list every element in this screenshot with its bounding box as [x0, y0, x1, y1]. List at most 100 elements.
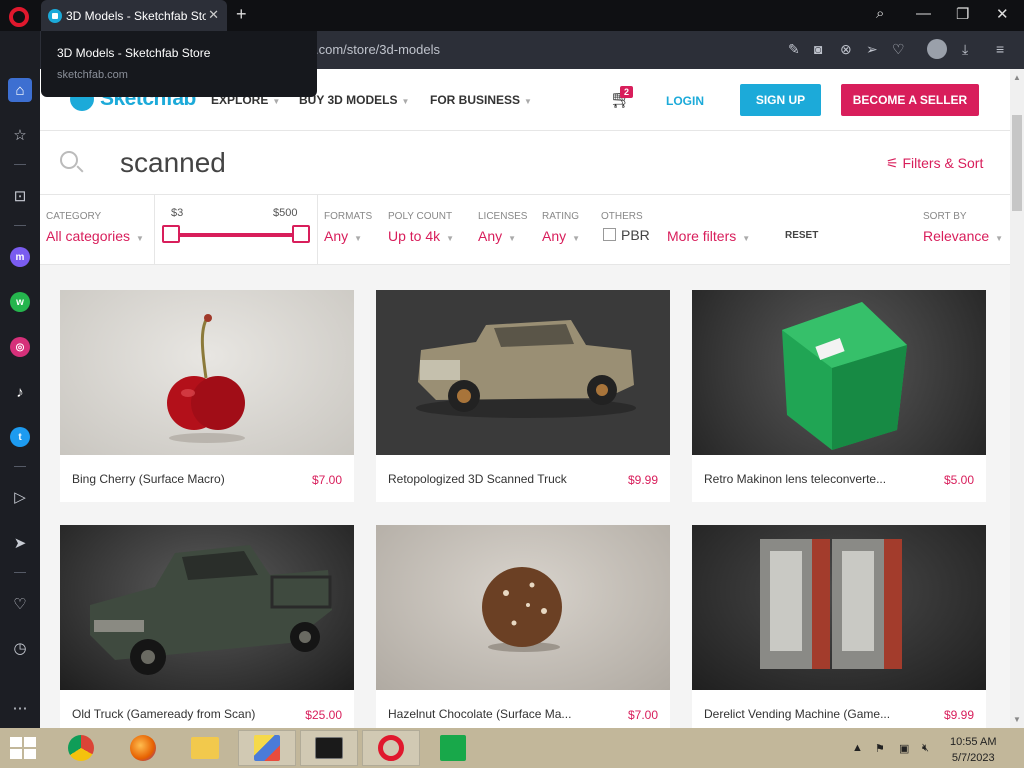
send-icon[interactable]: ➤	[10, 533, 30, 553]
model-thumbnail[interactable]	[60, 525, 354, 690]
profile-icon[interactable]	[927, 39, 947, 59]
whatsapp-icon[interactable]: w	[10, 292, 30, 312]
scrollbar-thumb[interactable]	[1012, 115, 1022, 211]
become-seller-button[interactable]: BECOME A SELLER	[841, 84, 979, 116]
action-center-flag-icon[interactable]: ⚑	[875, 742, 885, 755]
twitter-icon[interactable]: t	[10, 427, 30, 447]
model-card[interactable]: Retopologized 3D Scanned Truck $9.99	[376, 290, 670, 502]
sort-by-select[interactable]: Relevance ▼	[923, 228, 1003, 244]
taskbar-store[interactable]	[424, 730, 482, 766]
close-window-button[interactable]: ✕	[996, 5, 1009, 23]
formats-label: FORMATS	[324, 211, 373, 222]
taskbar-terminal[interactable]	[300, 730, 358, 766]
volume-muted-icon[interactable]: 🔇︎	[922, 742, 929, 755]
taskbar-opera[interactable]	[362, 730, 420, 766]
filter-bar: CATEGORY All categories ▼ $3 $500 FORMATS…	[40, 195, 1010, 265]
windows-logo-icon	[10, 749, 22, 759]
model-thumbnail[interactable]	[60, 290, 354, 455]
page-scrollbar[interactable]: ▲ ▼	[1010, 69, 1024, 728]
tab-search-icon[interactable]: ⌕	[876, 5, 884, 22]
clock-icon[interactable]: ◷	[10, 638, 30, 658]
more-icon[interactable]: ⋯	[10, 698, 30, 718]
instagram-icon[interactable]: ◎	[10, 337, 30, 357]
browser-tab[interactable]: 3D Models - Sketchfab Store ✕	[41, 0, 227, 31]
login-link[interactable]: LOGIN	[666, 94, 704, 108]
minimize-button[interactable]: —	[916, 5, 931, 22]
more-filters-label: More filters	[667, 228, 737, 244]
tiktok-icon[interactable]: ♪	[10, 382, 30, 402]
model-thumbnail[interactable]	[692, 525, 986, 690]
search-input[interactable]: scanned	[120, 147, 226, 179]
heart-icon[interactable]: ♡	[10, 594, 30, 614]
tab-close-icon[interactable]: ✕	[208, 7, 219, 23]
price-min-handle[interactable]	[162, 225, 180, 243]
taskbar-file-explorer[interactable]	[176, 730, 234, 766]
price-max-handle[interactable]	[292, 225, 310, 243]
category-select[interactable]: All categories ▼	[46, 228, 144, 244]
opera-menu-icon[interactable]	[9, 7, 29, 27]
file-explorer-icon	[191, 737, 219, 759]
model-thumbnail[interactable]	[376, 525, 670, 690]
download-icon[interactable]: ⤓	[962, 41, 968, 58]
taskbar-firefox[interactable]	[114, 730, 172, 766]
taskbar-chrome[interactable]	[52, 730, 110, 766]
system-clock[interactable]: 10:55 AM 5/7/2023	[950, 734, 996, 766]
filter-divider	[154, 195, 155, 265]
licenses-select[interactable]: Any ▼	[478, 228, 516, 244]
show-hidden-icons[interactable]: ▲	[852, 742, 863, 754]
network-icon[interactable]: ▣	[899, 742, 909, 755]
formats-select[interactable]: Any ▼	[324, 228, 362, 244]
adblock-icon[interactable]: ⊗	[840, 41, 852, 58]
more-filters-select[interactable]: More filters ▼	[667, 228, 750, 244]
model-title[interactable]: Old Truck (Gameready from Scan)	[72, 707, 292, 721]
messenger-icon[interactable]: m	[10, 247, 30, 267]
send-icon[interactable]: ➢	[866, 41, 878, 58]
paint-icon	[254, 735, 280, 761]
cart-count-badge: 2	[620, 86, 634, 98]
model-card[interactable]: Old Truck (Gameready from Scan) $25.00	[60, 525, 354, 728]
camera-icon[interactable]: ◙	[814, 41, 822, 57]
easy-setup-icon[interactable]: ≡	[996, 41, 1004, 57]
star-icon[interactable]: ☆	[10, 125, 30, 145]
store-icon	[440, 735, 466, 761]
chevron-down-icon: ▼	[995, 234, 1004, 243]
start-button[interactable]	[10, 737, 36, 759]
screen: 3D Models - Sketchfab Store ✕ + ⌕ — ❐ ✕ …	[0, 0, 1024, 768]
filters-sort-button[interactable]: ⚟ Filters & Sort	[886, 155, 983, 172]
browser-tab-strip: 3D Models - Sketchfab Store ✕ + ⌕ — ❐ ✕	[0, 0, 1024, 31]
home-icon[interactable]: ⌂	[8, 78, 32, 102]
model-title[interactable]: Bing Cherry (Surface Macro)	[72, 472, 292, 486]
model-title[interactable]: Derelict Vending Machine (Game...	[704, 707, 924, 721]
restore-button[interactable]: ❐	[956, 5, 969, 23]
pbr-checkbox[interactable]	[603, 228, 616, 241]
pbr-label[interactable]: PBR	[621, 227, 650, 243]
scroll-down-icon[interactable]: ▼	[1013, 715, 1021, 724]
nav-business-label: FOR BUSINESS	[430, 93, 521, 107]
edit-icon[interactable]: ✎	[788, 41, 800, 58]
poly-count-select[interactable]: Up to 4k ▼	[388, 228, 454, 244]
nav-for-business[interactable]: FOR BUSINESS ▼	[430, 93, 532, 107]
model-thumbnail[interactable]	[692, 290, 986, 455]
model-card[interactable]: Bing Cherry (Surface Macro) $7.00	[60, 290, 354, 502]
price-slider-track[interactable]	[170, 233, 302, 237]
model-title[interactable]: Hazelnut Chocolate (Surface Ma...	[388, 707, 608, 721]
model-card[interactable]: Derelict Vending Machine (Game... $9.99	[692, 525, 986, 728]
licenses-value: Any	[478, 228, 503, 244]
signup-button[interactable]: SIGN UP	[740, 84, 821, 116]
search-bar: scanned ⚟ Filters & Sort	[40, 131, 1010, 195]
rating-select[interactable]: Any ▼	[542, 228, 580, 244]
url-text[interactable]: .com/store/3d-models	[315, 42, 440, 57]
player-icon[interactable]: ▷	[10, 487, 30, 507]
reset-button[interactable]: RESET	[785, 230, 818, 241]
heart-icon[interactable]: ♡	[892, 41, 905, 58]
taskbar-paint[interactable]	[238, 730, 296, 766]
model-card[interactable]: Retro Makinon lens teleconverte... $5.00	[692, 290, 986, 502]
model-card[interactable]: Hazelnut Chocolate (Surface Ma... $7.00	[376, 525, 670, 728]
scroll-up-icon[interactable]: ▲	[1013, 73, 1021, 82]
new-tab-button[interactable]: +	[236, 4, 247, 25]
model-title[interactable]: Retro Makinon lens teleconverte...	[704, 472, 924, 486]
model-title[interactable]: Retopologized 3D Scanned Truck	[388, 472, 608, 486]
nav-buy-3d-models[interactable]: BUY 3D MODELS ▼	[299, 93, 409, 107]
model-thumbnail[interactable]	[376, 290, 670, 455]
bag-icon[interactable]: ⊡	[10, 186, 30, 206]
